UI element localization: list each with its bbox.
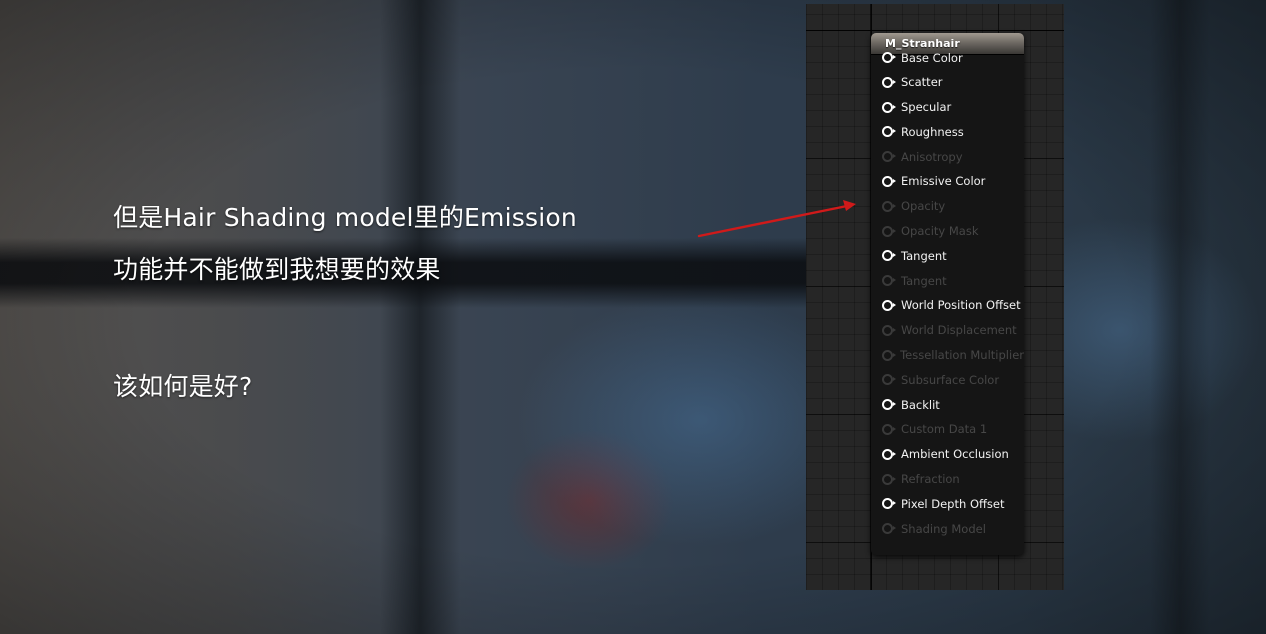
red-arrow-annotation: [697, 200, 856, 238]
